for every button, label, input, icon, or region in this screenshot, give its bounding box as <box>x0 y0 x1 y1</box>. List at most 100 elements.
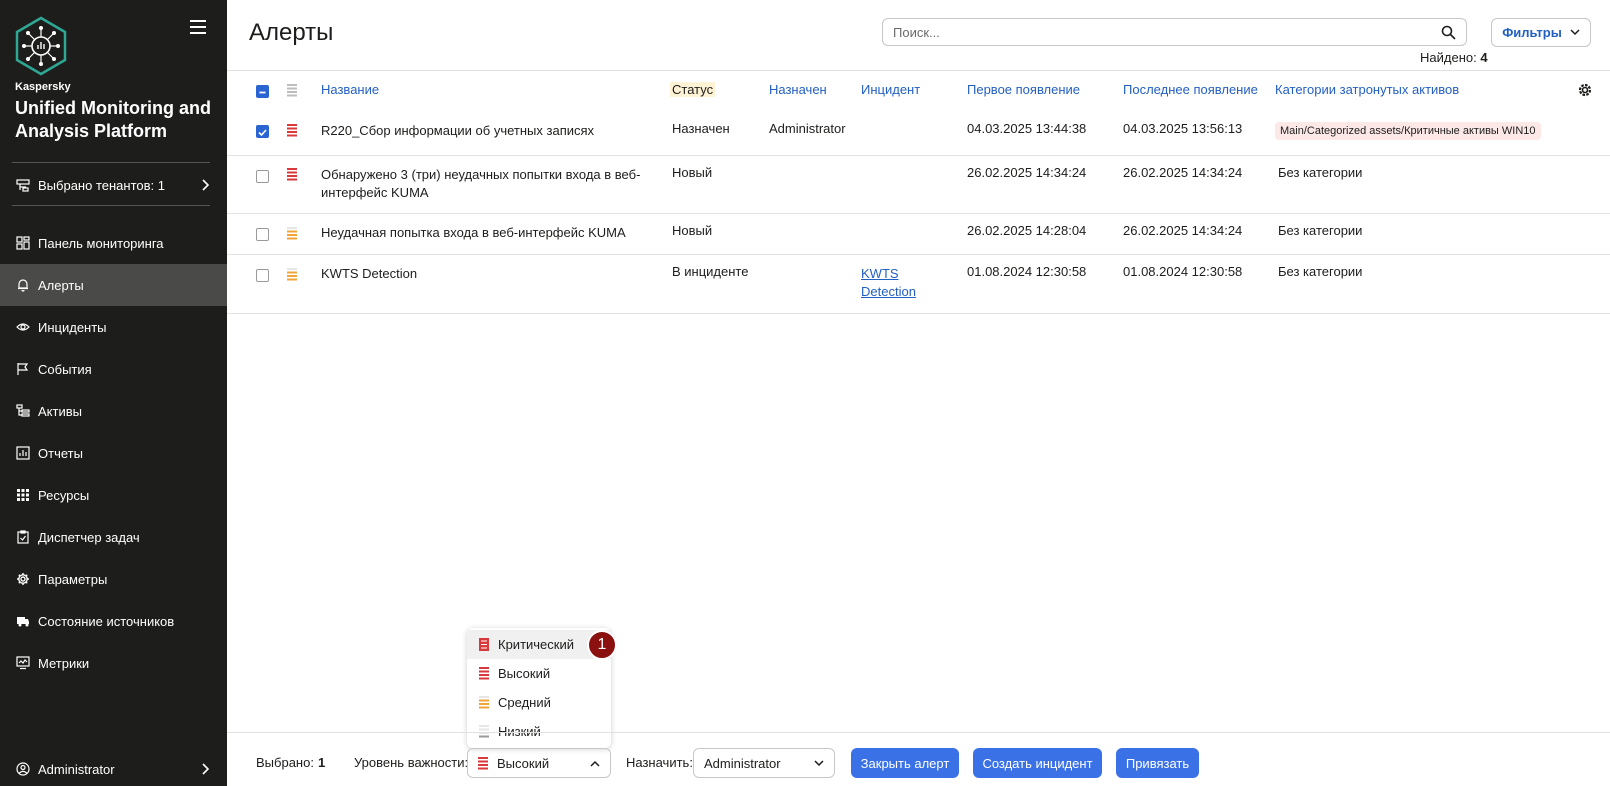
gear-icon <box>16 572 30 586</box>
search-box[interactable] <box>882 18 1467 46</box>
nav-reports[interactable]: Отчеты <box>0 432 227 474</box>
nav-alerts[interactable]: Алерты <box>0 264 227 306</box>
severity-label: Уровень важности: <box>354 755 469 770</box>
row-divider <box>227 313 1610 314</box>
tenant-selector[interactable]: Выбрано тенантов: 1 <box>0 170 227 200</box>
option-label: Высокий <box>498 666 551 681</box>
row-checkbox[interactable] <box>256 228 269 241</box>
option-label: Критический <box>498 637 574 652</box>
row-checkbox[interactable] <box>256 125 269 138</box>
dashboard-icon <box>16 236 30 250</box>
nav-label: Диспетчер задач <box>38 529 140 545</box>
assign-select[interactable]: Administrator <box>693 748 835 778</box>
kuma-logo-icon <box>15 16 67 76</box>
option-label: Средний <box>498 695 551 710</box>
alert-last-seen: 26.02.2025 14:34:24 <box>1123 223 1243 238</box>
row-checkbox[interactable] <box>256 170 269 183</box>
nav-incidents[interactable]: Инциденты <box>0 306 227 348</box>
user-name: Administrator <box>38 761 115 777</box>
severity-high-icon <box>287 124 297 137</box>
menu-icon[interactable] <box>190 20 206 34</box>
column-header-categories[interactable]: Категории затронутых активов <box>1275 82 1459 97</box>
page-title: Алерты <box>249 19 334 46</box>
alert-name[interactable]: Обнаружено 3 (три) неудачных попытки вхо… <box>321 166 651 202</box>
alert-status: Новый <box>672 165 713 180</box>
nav-resources[interactable]: Ресурсы <box>0 474 227 516</box>
alert-status: Назначен <box>672 121 730 136</box>
table-settings-icon[interactable] <box>1577 82 1593 98</box>
severity-select-value: Высокий <box>497 755 550 771</box>
assign-label: Назначить: <box>626 755 693 770</box>
select-all-checkbox[interactable] <box>256 85 269 98</box>
severity-select[interactable]: Высокий <box>467 748 611 778</box>
nav-settings[interactable]: Параметры <box>0 558 227 600</box>
tenant-label: Выбрано тенантов: 1 <box>38 177 165 193</box>
found-count: Найдено: 4 <box>1420 50 1488 65</box>
create-incident-button[interactable]: Создать инцидент <box>973 748 1102 778</box>
severity-option-high[interactable]: Высокий <box>467 659 611 688</box>
nav-label: События <box>38 361 92 377</box>
asset-category-tag: Main/Categorized assets/Критичные активы… <box>1275 122 1541 140</box>
severity-medium-icon <box>287 268 297 281</box>
chevron-down-icon <box>1570 29 1580 36</box>
user-menu[interactable]: Administrator <box>0 752 227 786</box>
tenant-icon <box>16 178 30 192</box>
nav-metrics[interactable]: Метрики <box>0 642 227 684</box>
severity-medium-icon <box>479 696 489 709</box>
chevron-right-icon <box>202 763 209 775</box>
column-header-last-seen[interactable]: Последнее появление <box>1123 82 1258 97</box>
column-header-first-seen[interactable]: Первое появление <box>967 82 1080 97</box>
nav-label: Метрики <box>38 655 90 671</box>
sidebar: Kaspersky Unified Monitoring and Analysi… <box>0 0 227 786</box>
selected-label: Выбрано: <box>256 755 314 770</box>
column-header-name[interactable]: Название <box>321 82 379 97</box>
nav-label: Активы <box>38 403 82 419</box>
severity-column-icon[interactable] <box>287 84 297 97</box>
user-icon <box>16 762 30 776</box>
close-alert-button[interactable]: Закрыть алерт <box>851 748 959 778</box>
alert-first-seen: 04.03.2025 13:44:38 <box>967 121 1087 136</box>
nav-source-status[interactable]: Состояние источников <box>0 600 227 642</box>
column-header-status[interactable]: Статус <box>670 82 716 97</box>
bell-icon <box>16 278 30 292</box>
column-header-incident[interactable]: Инцидент <box>861 82 920 97</box>
search-input[interactable] <box>893 24 1441 40</box>
sidebar-divider <box>12 205 210 206</box>
nav-assets[interactable]: Активы <box>0 390 227 432</box>
brand-vendor: Kaspersky <box>15 81 71 93</box>
severity-option-medium[interactable]: Средний <box>467 688 611 717</box>
nav-label: Панель мониторинга <box>38 235 164 251</box>
selected-count: 1 <box>318 755 326 770</box>
nav-label: Состояние источников <box>38 613 175 629</box>
nav-dashboard[interactable]: Панель мониторинга <box>0 222 227 264</box>
row-checkbox[interactable] <box>256 269 269 282</box>
column-header-assigned[interactable]: Назначен <box>769 82 827 97</box>
alert-name[interactable]: R220_Сбор информации об учетных записях <box>321 122 651 140</box>
row-divider <box>227 155 1610 156</box>
alert-name[interactable]: KWTS Detection <box>321 265 651 283</box>
alert-status: Новый <box>672 223 713 238</box>
nav-events[interactable]: События <box>0 348 227 390</box>
chevron-down-icon <box>814 759 824 766</box>
alert-first-seen: 26.02.2025 14:34:24 <box>967 165 1087 180</box>
row-divider <box>227 213 1610 214</box>
brand-product: Unified Monitoring and Analysis Platform <box>15 98 211 141</box>
chevron-right-icon <box>202 179 209 191</box>
filters-label: Фильтры <box>1502 25 1562 40</box>
asset-category: Без категории <box>1278 223 1363 238</box>
incident-link[interactable]: KWTS Detection <box>861 265 925 301</box>
search-icon[interactable] <box>1441 25 1456 40</box>
nav-task-manager[interactable]: Диспетчер задач <box>0 516 227 558</box>
eye-icon <box>16 320 30 334</box>
alert-name[interactable]: Неудачная попытка входа в веб-интерфейс … <box>321 224 651 242</box>
step-badge: 1 <box>587 630 617 660</box>
nav-label: Алерты <box>38 277 84 293</box>
severity-medium-icon <box>287 227 297 240</box>
link-button[interactable]: Привязать <box>1116 748 1199 778</box>
filters-button[interactable]: Фильтры <box>1491 18 1591 47</box>
truck-icon <box>16 614 30 628</box>
monitor-icon <box>16 656 30 670</box>
alert-last-seen: 04.03.2025 13:56:13 <box>1123 121 1243 136</box>
found-number: 4 <box>1480 50 1488 65</box>
severity-high-icon <box>287 168 297 181</box>
